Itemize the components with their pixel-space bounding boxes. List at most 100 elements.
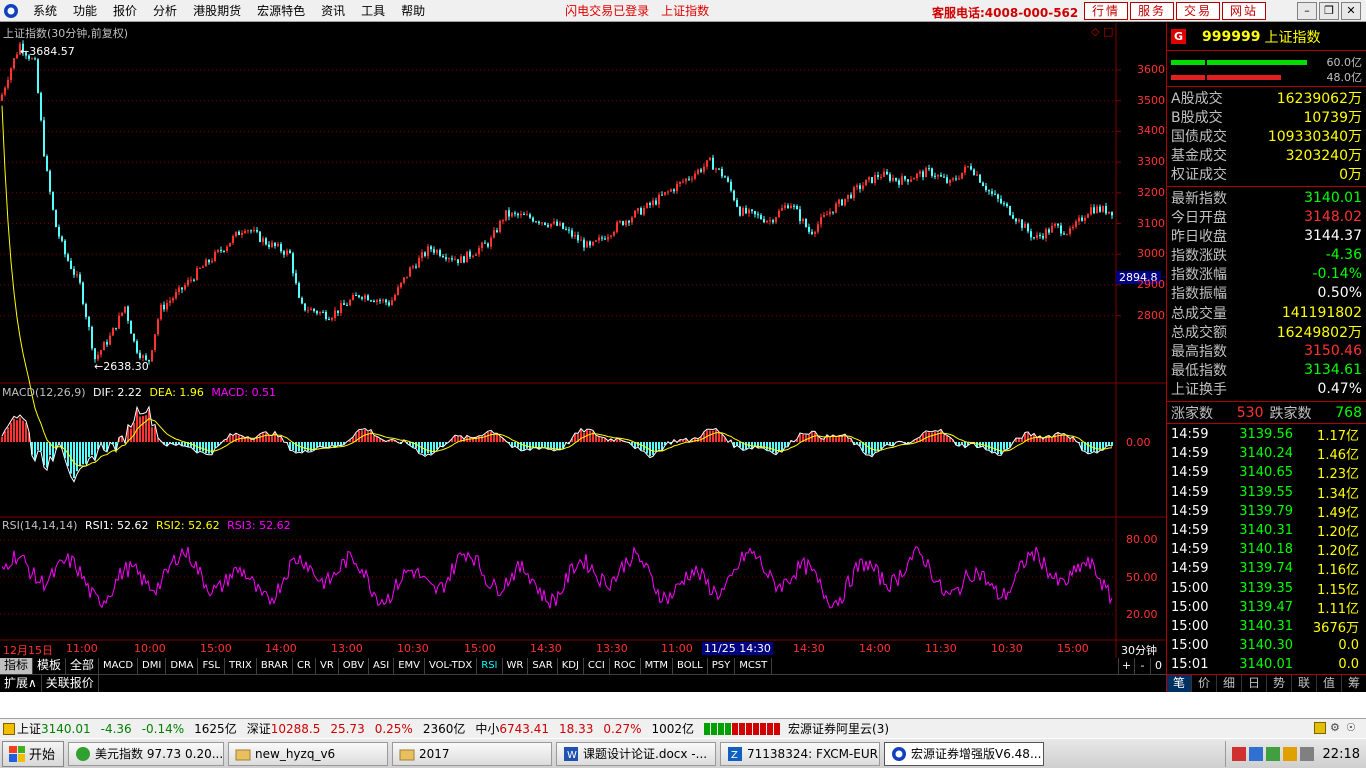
candle-body [364,295,366,299]
macd-bar [715,429,717,442]
zoom-in-button[interactable]: + [1118,658,1134,674]
server-name[interactable]: 宏源证券阿里云(3) [788,720,889,737]
indicator-asi[interactable]: ASI [369,658,395,674]
indicator-emv[interactable]: EMV [394,658,425,674]
start-button[interactable]: 开始 [2,740,65,767]
task-folder-2017[interactable]: 2017 [392,741,553,766]
quote-tab[interactable]: 细 [1217,675,1242,692]
indicator-vol-tdx[interactable]: VOL-TDX [424,658,478,674]
period-label[interactable]: 30分钟 [1121,642,1157,658]
indicator-kdj[interactable]: KDJ [557,658,584,674]
candle-body [883,171,885,177]
login-status[interactable]: 闪电交易已登录 [559,2,655,19]
menu-info[interactable]: 资讯 [313,2,353,19]
indicator-roc[interactable]: ROC [609,658,641,674]
indicator-rsi[interactable]: RSI [477,658,503,674]
indicator-trix[interactable]: TRIX [224,658,257,674]
macd-header: MACD(12,26,9) DIF: 2.22 DEA: 1.96 MACD: … [2,386,276,399]
minimize-icon[interactable]: – [1297,2,1317,20]
restore-icon[interactable]: ❐ [1319,2,1339,20]
indicator-tab-main[interactable]: 指标 [0,658,34,674]
sz-index[interactable]: 深证10288.5 [247,720,321,737]
indicator-cci[interactable]: CCI [583,658,610,674]
candle-body [898,180,900,185]
quote-tab[interactable]: 值 [1317,675,1342,692]
menu-hk-futures[interactable]: 港股期货 [185,2,249,19]
tools-icon[interactable]: ⚙ [1330,722,1342,734]
tick-price: 3140.30 [1239,638,1293,654]
trade-button[interactable]: 交易 [1176,2,1221,20]
task-fxcm[interactable]: Z 71138324: FXCM-EURD... [720,741,881,766]
quote-tab[interactable]: 势 [1267,675,1292,692]
task-word-doc[interactable]: W 课题设计论证.docx -... [556,741,717,766]
task-folder-hyzq[interactable]: new_hyzq_v6 [228,741,389,766]
menu-function[interactable]: 功能 [65,2,105,19]
broadcast-icon[interactable]: ☉ [1346,722,1358,734]
candle-body [193,279,195,281]
candle-body [232,236,234,243]
quote-tab[interactable]: 日 [1242,675,1267,692]
indicator-obv[interactable]: OBV [338,658,370,674]
tray-app-icon[interactable] [1231,747,1246,761]
lock-icon[interactable] [1314,722,1326,734]
signal-led [732,722,739,735]
tick-row: 15:00 3140.30 0.0 [1167,636,1366,655]
clock[interactable]: 22:18 [1323,747,1360,762]
indicator-wr[interactable]: WR [502,658,529,674]
indicator-dma[interactable]: DMA [166,658,199,674]
time-axis-label: 10:30 [397,642,429,655]
task-dollar-index[interactable]: 美元指数 97.73 0.20... [68,741,225,766]
candle-body [481,242,483,249]
chart-canvas[interactable] [0,23,1166,658]
chart-options-icon[interactable]: ◇ □ [1091,25,1113,38]
candle-body [754,211,756,215]
indicator-fsl[interactable]: FSL [198,658,225,674]
indicator-macd[interactable]: MACD [99,658,139,674]
candle-body [241,232,243,236]
task-hongyuan[interactable]: 宏源证券增强版V6.48... [884,741,1045,766]
zoom-out-button[interactable]: - [1134,658,1150,674]
indicator-boll[interactable]: BOLL [673,658,708,674]
menu-features[interactable]: 宏源特色 [249,2,313,19]
quote-tab[interactable]: 筹 [1342,675,1366,692]
signal-led [704,722,711,735]
indicator-sar[interactable]: SAR [528,658,558,674]
quote-button[interactable]: 行情 [1084,2,1129,20]
indicator-cr[interactable]: CR [293,658,316,674]
zoom-reset-button[interactable]: 0 [1150,658,1166,674]
service-button[interactable]: 服务 [1130,2,1175,20]
candle-body [184,285,186,290]
quote-tab[interactable]: 价 [1192,675,1217,692]
indicator-mtm[interactable]: MTM [640,658,674,674]
expand-tab[interactable]: 扩展∧ [0,675,42,692]
indicator-tab-all[interactable]: 全部 [66,658,100,674]
menu-tools[interactable]: 工具 [353,2,393,19]
quote-tab[interactable]: 联 [1292,675,1317,692]
menu-quote[interactable]: 报价 [105,2,145,19]
indicator-mcst[interactable]: MCST [735,658,773,674]
tray-update-icon[interactable] [1282,747,1297,761]
indicator-brar[interactable]: BRAR [256,658,294,674]
tray-network-icon[interactable] [1248,747,1263,761]
close-icon[interactable]: ✕ [1341,2,1361,20]
sh-amount: 1625亿 [194,722,237,736]
candle-body [517,213,519,216]
menu-system[interactable]: 系统 [25,2,65,19]
zx-index[interactable]: 中小6743.41 [475,720,549,737]
sh-index[interactable]: 上证3140.01 [17,720,91,737]
related-quote-tab[interactable]: 关联报价 [42,675,99,692]
tray-security-icon[interactable] [1265,747,1280,761]
quote-key: A股成交 [1171,90,1223,107]
tray-volume-icon[interactable] [1299,747,1314,761]
menu-analysis[interactable]: 分析 [145,2,185,19]
quote-tab[interactable]: 笔 [1167,675,1192,692]
chart-area[interactable]: 上证指数(30分钟,前复权) ◇ □ ←3684.57 ←2638.30 289… [0,23,1166,658]
indicator-psy[interactable]: PSY [707,658,736,674]
candle-body [415,266,417,268]
indicator-tab-template[interactable]: 模板 [33,658,67,674]
website-button[interactable]: 网站 [1222,2,1267,20]
indicator-dmi[interactable]: DMI [138,658,167,674]
menu-help[interactable]: 帮助 [393,2,433,19]
indicator-vr[interactable]: VR [315,658,339,674]
candle-body [634,210,636,218]
